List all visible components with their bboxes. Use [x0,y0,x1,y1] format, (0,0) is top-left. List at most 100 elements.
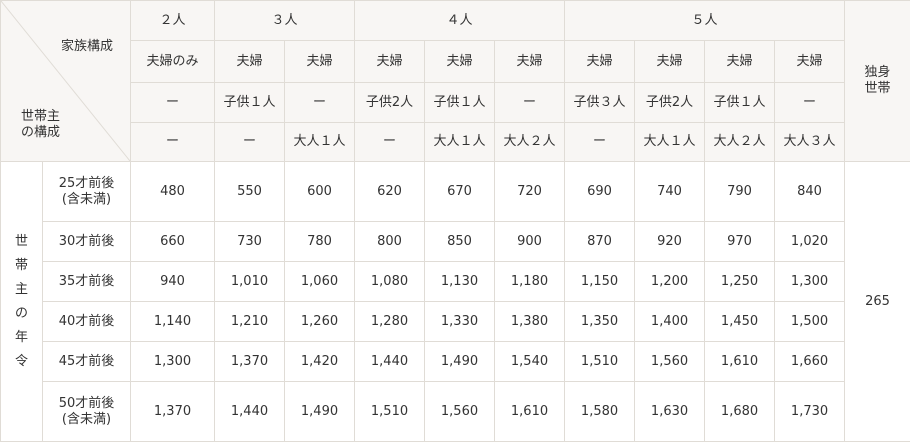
value-cell: 1,630 [634,381,706,442]
value-cell: 1,300 [774,261,846,302]
value-cell: 1,140 [130,301,215,342]
value-cell: 970 [704,221,776,262]
header-cell: 子供2人 [354,82,426,123]
age-label: 30才前後 [42,221,131,262]
value-cell: 1,300 [130,341,215,382]
value-cell: 1,660 [774,341,846,382]
value-cell: 790 [704,161,776,222]
value-cell: 1,500 [774,301,846,342]
header-cell: 夫婦のみ [130,40,215,83]
value-cell: 1,250 [704,261,776,302]
group-header-3: ３人 [213,0,356,41]
header-cell: ー [774,82,846,123]
side-age-label: 世帯主の年令 [0,161,43,442]
value-cell: 1,260 [283,301,356,342]
value-cell: 1,490 [283,381,356,442]
header-cell: 大人２人 [704,122,776,162]
value-cell: 1,280 [354,301,426,342]
header-row-couple: 夫婦のみ 夫婦 夫婦 夫婦 夫婦 夫婦 夫婦 夫婦 夫婦 夫婦 [1,40,910,83]
value-cell: 670 [424,161,496,222]
value-cell: 1,370 [214,341,285,382]
value-cell: 1,510 [354,381,426,442]
group-header-2: ２人 [130,0,215,41]
header-cell: ー [494,82,566,123]
header-cell: 夫婦 [494,40,566,83]
header-row-children: ー 子供１人 ー 子供2人 子供１人 ー 子供３人 子供2人 子供１人 ー [1,82,910,123]
header-cell: ー [283,82,356,123]
value-cell: 1,610 [704,341,776,382]
value-cell: 1,610 [494,381,566,442]
corner-bottom-label: 世帯主 の構成 [21,109,61,140]
table-row: 世帯主の年令 25才前後 (含未満) 480 550 600 620 670 7… [0,161,910,442]
age-label: 50才前後 (含未満) [42,381,131,442]
value-cell: 1,680 [704,381,776,442]
header-cell: 夫婦 [564,40,636,83]
age-label: 45才前後 [42,341,131,382]
value-cell: 1,150 [564,261,636,302]
value-cell: 600 [283,161,356,222]
table-row: 40才前後 1,140 1,210 1,260 1,280 1,330 1,38… [1,301,910,342]
header-cell: ー [130,82,215,123]
header-row-groups: 家族構成 世帯主 の構成 ２人 ３人 ４人 ５人 独身 世帯 [0,0,910,162]
value-cell: 1,080 [354,261,426,302]
table-row: 50才前後 (含未満) 1,370 1,440 1,490 1,510 1,56… [1,381,910,442]
age-label: 25才前後 (含未満) [42,161,131,222]
value-cell: 920 [634,221,706,262]
value-cell: 720 [494,161,566,222]
value-cell: 1,060 [283,261,356,302]
value-cell: 1,180 [494,261,566,302]
single-value: 265 [844,161,910,442]
value-cell: 1,440 [214,381,285,442]
value-cell: 1,020 [774,221,846,262]
value-cell: 620 [354,161,426,222]
header-cell: 大人２人 [494,122,566,162]
value-cell: 1,210 [214,301,285,342]
value-cell: 1,540 [494,341,566,382]
value-cell: 1,580 [564,381,636,442]
value-cell: 1,560 [634,341,706,382]
value-cell: 480 [130,161,215,222]
header-cell: ー [354,122,426,162]
age-label: 35才前後 [42,261,131,302]
header-cell: 子供１人 [424,82,496,123]
header-cell: 子供１人 [214,82,285,123]
value-cell: 780 [283,221,356,262]
header-cell: ー [564,122,636,162]
value-cell: 940 [130,261,215,302]
value-cell: 1,450 [704,301,776,342]
header-cell: 夫婦 [214,40,285,83]
header-cell: 夫婦 [704,40,776,83]
header-cell: 子供３人 [564,82,636,123]
value-cell: 800 [354,221,426,262]
header-cell: 夫婦 [354,40,426,83]
value-cell: 1,400 [634,301,706,342]
value-cell: 870 [564,221,636,262]
value-cell: 1,010 [214,261,285,302]
group-header-5: ５人 [564,0,846,41]
value-cell: 660 [130,221,215,262]
header-row-adults: ー ー 大人１人 ー 大人１人 大人２人 ー 大人１人 大人２人 大人３人 [1,122,910,162]
value-cell: 740 [634,161,706,222]
group-header-4: ４人 [354,0,566,41]
header-cell: 子供2人 [634,82,706,123]
value-cell: 850 [424,221,496,262]
value-cell: 1,200 [634,261,706,302]
corner-top-label: 家族構成 [61,39,114,54]
single-header: 独身 世帯 [844,0,910,162]
value-cell: 730 [214,221,285,262]
value-cell: 900 [494,221,566,262]
header-cell: 大人１人 [424,122,496,162]
value-cell: 1,380 [494,301,566,342]
header-cell: ー [214,122,285,162]
value-cell: 1,560 [424,381,496,442]
header-cell: ー [130,122,215,162]
value-cell: 1,510 [564,341,636,382]
table-row: 45才前後 1,300 1,370 1,420 1,440 1,490 1,54… [1,341,910,382]
value-cell: 1,420 [283,341,356,382]
value-cell: 1,490 [424,341,496,382]
value-cell: 550 [214,161,285,222]
header-cell: 夫婦 [283,40,356,83]
header-cell: 夫婦 [424,40,496,83]
value-cell: 1,370 [130,381,215,442]
table-row: 35才前後 940 1,010 1,060 1,080 1,130 1,180 … [1,261,910,302]
